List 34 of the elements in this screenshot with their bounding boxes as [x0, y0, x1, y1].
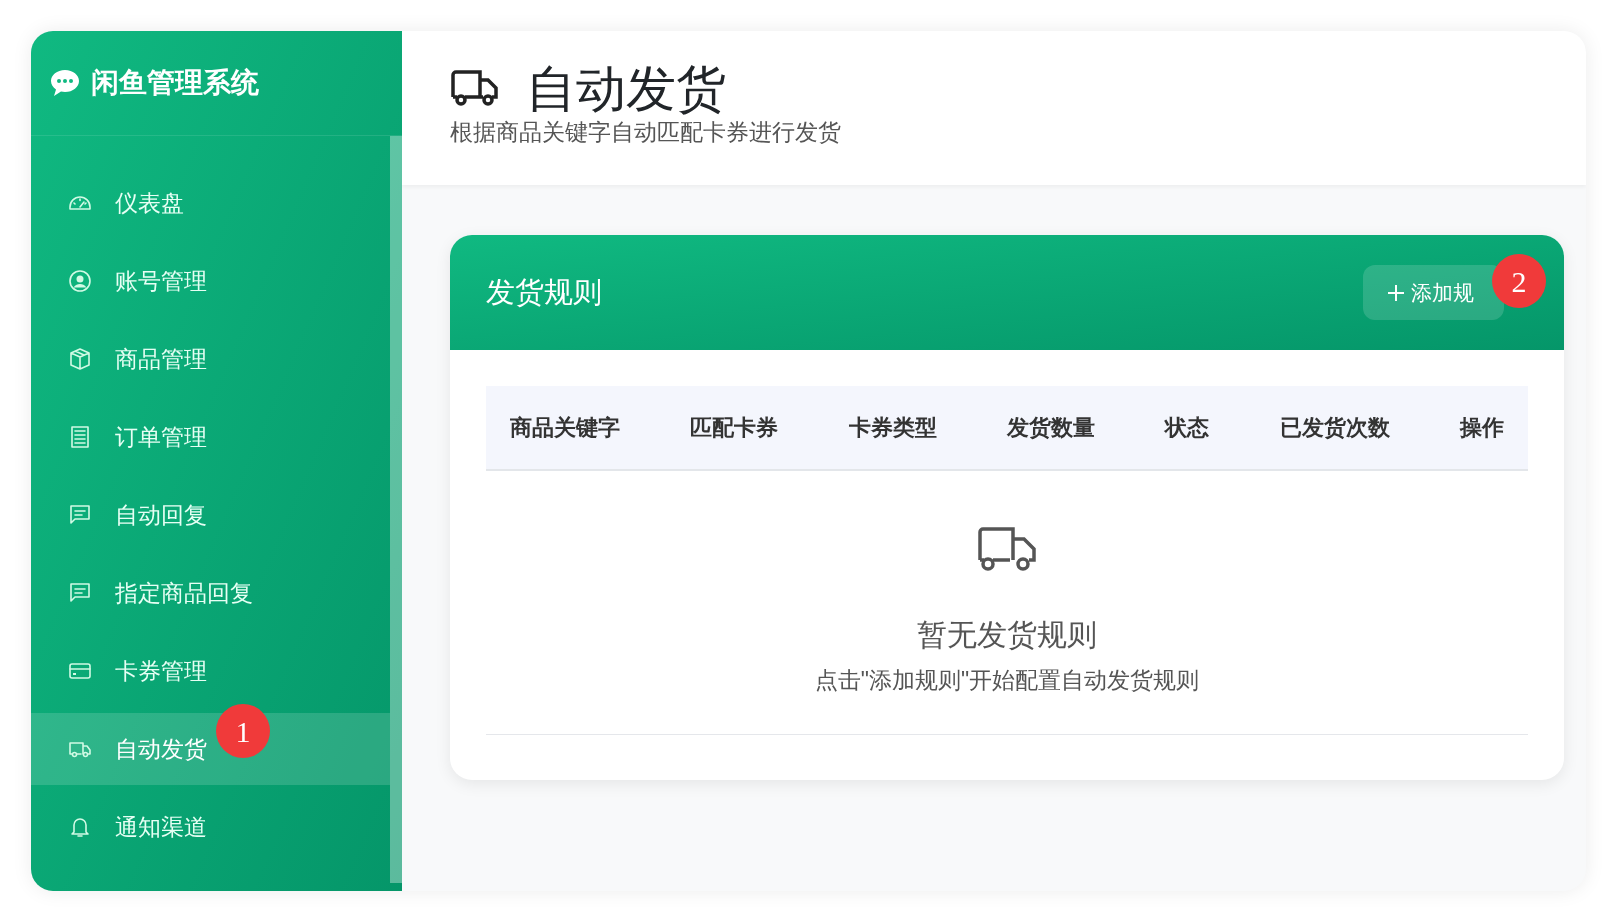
- nav-item[interactable]: 自动回复: [31, 479, 390, 551]
- nav-item[interactable]: 账号管理: [31, 245, 390, 317]
- column-header: 匹配卡券: [690, 414, 779, 442]
- message-icon: [68, 581, 92, 605]
- bell-icon: [68, 815, 92, 839]
- user-circle-icon: [68, 269, 92, 293]
- truck-icon: [450, 69, 500, 109]
- truck-icon: [976, 526, 1038, 574]
- nav-item[interactable]: 指定商品回复: [31, 557, 390, 629]
- column-header: 卡券类型: [848, 414, 937, 442]
- nav-item[interactable]: 仪表盘: [31, 167, 390, 239]
- column-header: 状态: [1165, 414, 1210, 442]
- empty-title: 暂无发货规则: [917, 617, 1097, 653]
- column-header: 已发货次数: [1279, 414, 1390, 442]
- column-header: 发货数量: [1007, 414, 1095, 442]
- nav-item[interactable]: 订单管理: [31, 401, 390, 473]
- page-title: 自动发货: [526, 60, 726, 119]
- add-rule-button[interactable]: 添加规: [1363, 265, 1504, 320]
- column-header: 商品关键字: [510, 414, 620, 442]
- box-icon: [68, 347, 92, 371]
- nav-item[interactable]: 卡券管理: [31, 635, 390, 707]
- page-subtitle: 根据商品关键字自动匹配卡券进行发货: [450, 118, 842, 147]
- empty-hint: 点击"添加规则"开始配置自动发货规则: [814, 666, 1200, 695]
- app-title: 闲鱼管理系统: [91, 66, 259, 100]
- card-title: 发货规则: [486, 274, 602, 310]
- nav-item[interactable]: 商品管理: [31, 323, 390, 395]
- marker-badge: 1: [216, 704, 270, 758]
- marker-badge: 2: [1492, 254, 1546, 308]
- nav-item[interactable]: 通知渠道: [31, 791, 390, 863]
- receipt-icon: [68, 425, 92, 449]
- column-header: 操作: [1459, 414, 1504, 442]
- chat-bubble-icon: [49, 68, 81, 98]
- plus-icon: [1387, 283, 1405, 302]
- message-icon: [68, 503, 92, 527]
